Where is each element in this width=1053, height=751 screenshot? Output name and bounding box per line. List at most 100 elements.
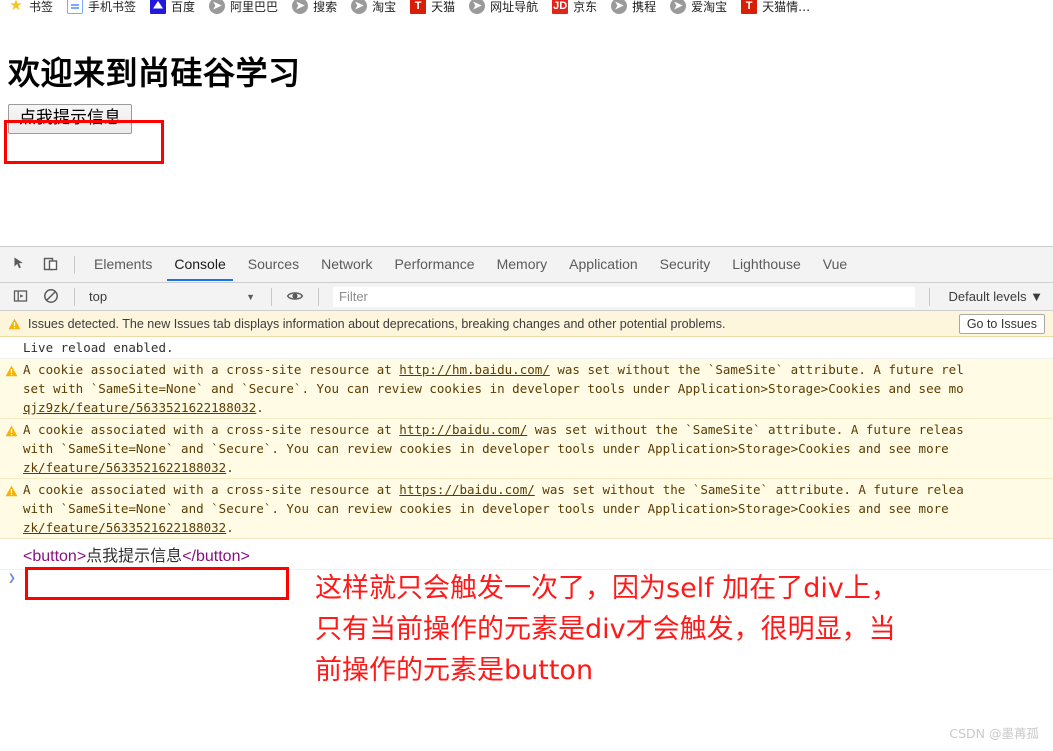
tmall-icon: T [741,0,757,14]
devtools-tab-vue[interactable]: Vue [812,248,858,281]
console-message-line: zk/feature/5633521622188032. [23,458,1049,477]
web-page-viewport: 欢迎来到尚硅谷学习 点我提示信息 [0,20,1053,246]
tip-message-button[interactable]: 点我提示信息 [8,104,132,134]
devtools-tabbar: Elements Console Sources Network Performance… [0,247,1053,283]
red-annotation-note: 这样就只会触发一次了，因为self 加在了div上， 只有当前操作的元素是div… [315,568,1015,691]
console-message-link[interactable]: https://baidu.com/ [399,482,534,497]
bookmark-item-0[interactable]: ★ 书签 [8,0,53,15]
console-message-info: Live reload enabled. [0,337,1053,359]
watermark: CSDN @墨苒孤 [949,723,1039,742]
bookmark-label: 书签 [29,0,53,15]
console-filter-input[interactable] [333,287,915,307]
compass-icon: ➤ [611,0,627,14]
annotation-line-3: 前操作的元素是button [315,650,1015,691]
annotation-line-2: 只有当前操作的元素是div才会触发，很明显，当 [315,609,1015,650]
bookmark-item-9[interactable]: ➤ 携程 [611,0,656,15]
bookmark-item-5[interactable]: ➤淘宝 [351,0,396,15]
devtools-tab-console[interactable]: Console [163,248,236,281]
console-message-warning: A cookie associated with a cross-site re… [0,479,1053,539]
bookmark-item-3[interactable]: ➤阿里巴巴 [209,0,278,15]
bookmark-label: 携程 [632,0,656,15]
bookmark-item-6[interactable]: T 天猫 [410,0,455,15]
compass-icon: ➤ [670,0,686,14]
device-toolbar-icon[interactable] [38,252,64,278]
devtools-tab-label: Application [569,256,638,272]
annotation-line-1: 这样就只会触发一次了，因为self 加在了div上， [315,568,1015,609]
bookmark-label: 手机书签 [88,0,136,15]
devtools-tab-label: Lighthouse [732,256,801,272]
bookmark-item-4[interactable]: ➤ 搜索 [292,0,337,15]
bookmark-item-7[interactable]: ➤网址导航 [469,0,538,15]
console-message-link[interactable]: zk/feature/5633521622188032 [23,460,226,475]
output-inner-text: 点我提示信息 [86,548,182,565]
warning-triangle-icon [8,318,21,330]
devtools-tab-label: Vue [823,256,847,272]
console-message-line: with `SameSite=None` and `Secure`. You c… [23,439,1049,458]
issues-banner: Issues detected. The new Issues tab disp… [0,311,1053,337]
console-message-line: A cookie associated with a cross-site re… [23,420,1049,439]
console-toolbar-divider-4 [929,288,930,306]
console-message-line: zk/feature/5633521622188032. [23,518,1049,537]
console-message-link[interactable]: zk/feature/5633521622188032 [23,520,226,535]
console-sidebar-icon[interactable] [8,284,34,310]
phone-bookmarks-icon [67,0,83,14]
star-icon: ★ [8,0,24,14]
go-to-issues-button[interactable]: Go to Issues [959,314,1045,334]
issues-banner-text: Issues detected. The new Issues tab disp… [28,317,951,331]
console-message-line: qjz9zk/feature/5633521622188032. [23,398,1049,417]
compass-icon: ➤ [351,0,367,14]
console-message-line: with `SameSite=None` and `Secure`. You c… [23,499,1049,518]
inspect-element-icon[interactable] [8,252,34,278]
bookmark-item-2[interactable]: 百度 [150,0,195,15]
baidu-icon [150,0,166,14]
console-toolbar-divider-2 [271,288,272,306]
devtools-tab-security[interactable]: Security [649,248,722,281]
log-levels-select[interactable]: Default levels ▼ [938,289,1053,304]
devtools-tab-memory[interactable]: Memory [486,248,559,281]
console-message-link[interactable]: qjz9zk/feature/5633521622188032 [23,400,256,415]
output-close-tag: </button> [182,548,250,565]
bookmark-item-8[interactable]: JD 京东 [552,0,597,15]
jd-icon: JD [552,0,568,14]
console-message-warning: A cookie associated with a cross-site re… [0,359,1053,419]
console-toolbar-divider-3 [318,288,319,306]
bookmark-label: 天猫情… [762,0,810,15]
bookmark-label: 爱淘宝 [691,0,727,15]
devtools-tab-label: Sources [248,256,299,272]
console-output-row: <button>点我提示信息</button> [0,539,1053,570]
console-message-line: A cookie associated with a cross-site re… [23,360,1049,379]
bookmark-label: 百度 [171,0,195,15]
bookmark-item-10[interactable]: ➤ 爱淘宝 [670,0,727,15]
devtools-tab-performance[interactable]: Performance [383,248,485,281]
console-message-link[interactable]: http://hm.baidu.com/ [399,362,550,377]
bookmark-label: 京东 [573,0,597,15]
devtools-tab-lighthouse[interactable]: Lighthouse [721,248,812,281]
tmall-icon: T [410,0,426,14]
prompt-caret-icon: ❯ [8,571,16,586]
bookmark-label: 网址导航 [490,0,538,15]
compass-icon: ➤ [292,0,308,14]
demo-button-wrapper: 点我提示信息 [8,104,132,134]
console-message-warning: A cookie associated with a cross-site re… [0,419,1053,479]
devtools-tab-label: Console [174,256,225,272]
console-message-link[interactable]: http://baidu.com/ [399,422,527,437]
devtools-tab-application[interactable]: Application [558,248,649,281]
page-title: 欢迎来到尚硅谷学习 [8,48,301,94]
bookmark-label: 搜索 [313,0,337,15]
bookmark-item-1[interactable]: 手机书签 [67,0,136,15]
bookmark-label: 阿里巴巴 [230,0,278,15]
devtools-tab-label: Performance [394,256,474,272]
clear-console-icon[interactable] [38,284,64,310]
devtools-tab-elements[interactable]: Elements [83,248,163,281]
bookmark-item-11[interactable]: T 天猫情… [741,0,810,15]
console-toolbar: top ▼ Default levels ▼ [0,283,1053,311]
live-expression-icon[interactable] [282,284,308,310]
bookmark-label: 天猫 [431,0,455,15]
warning-triangle-icon [5,423,18,435]
execution-context-select[interactable]: top ▼ [83,289,263,304]
devtools-tab-label: Memory [497,256,548,272]
console-message-line: A cookie associated with a cross-site re… [23,480,1049,499]
chevron-down-icon: ▼ [246,292,255,302]
devtools-tab-sources[interactable]: Sources [237,248,310,281]
devtools-tab-network[interactable]: Network [310,248,383,281]
